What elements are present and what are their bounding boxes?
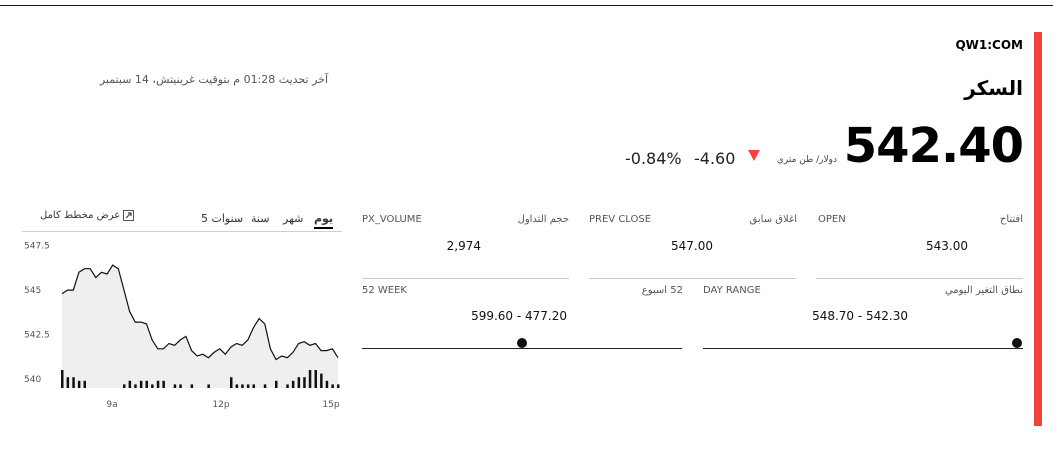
volume-bar: [156, 380, 160, 388]
volume-bar: [134, 384, 137, 388]
tab-year[interactable]: سنة: [251, 212, 269, 225]
volume-bar: [331, 384, 334, 388]
volume-bar: [314, 370, 317, 388]
full-chart-link[interactable]: عرض مخطط كامل: [40, 210, 135, 221]
volume-bar: [297, 377, 301, 388]
week52-label-en: 52 WEEK: [362, 285, 407, 296]
y-tick-label: 542.5: [24, 331, 50, 341]
volume-bar: [139, 380, 143, 388]
prev-close-label-en: PREV CLOSE: [589, 214, 652, 225]
volume-bar: [263, 384, 267, 388]
volume-bar: [241, 384, 244, 388]
expand-icon: [123, 210, 135, 221]
volume-bar: [77, 380, 81, 388]
volume-bar: [291, 380, 295, 388]
volume-bar: [179, 384, 182, 388]
price-area: [62, 265, 338, 388]
prev-close-value: 547.00: [671, 239, 713, 253]
volume-bar: [337, 384, 340, 388]
week52-track: [362, 348, 682, 349]
day-range-marker: [1011, 338, 1022, 348]
volume-divider: [362, 278, 569, 279]
volume-bar: [207, 384, 210, 388]
volume-bar: [83, 380, 86, 388]
last-updated: آخر تحديث 01:28 م بتوقيت غرينيتش، 14 سبت…: [99, 73, 328, 86]
ticker-symbol: QW1:COM: [955, 38, 1023, 52]
price-change-percent: -0.84%: [625, 149, 682, 168]
intraday-chart: 547.5 545 542.5 540 9a 12p 15p: [24, 242, 340, 410]
down-arrow-icon: [748, 150, 760, 161]
volume-bar: [252, 384, 255, 388]
volume-bar: [320, 373, 323, 388]
open-label-ar: افتتاح: [999, 214, 1023, 225]
full-chart-label: عرض مخطط كامل: [40, 210, 121, 221]
volume-bar: [308, 370, 312, 388]
week52-label-ar: 52 اسبوع: [641, 285, 683, 296]
tab-day[interactable]: يوم: [314, 212, 334, 229]
volume-bar: [173, 384, 177, 388]
volume-bar: [145, 380, 148, 388]
price-unit: دولار/ طن متري: [776, 155, 837, 165]
volume-bar: [162, 380, 165, 388]
price-change: -4.60: [694, 149, 736, 168]
volume-bar: [303, 377, 306, 388]
open-label-en: OPEN: [818, 214, 846, 225]
x-tick-label: 15p: [322, 400, 339, 410]
day-range-label-en: DAY RANGE: [703, 285, 761, 296]
current-price: 542.40: [843, 118, 1024, 174]
volume-bar: [66, 377, 70, 388]
instrument-name: السكر: [964, 76, 1023, 100]
volume-bar: [190, 384, 194, 388]
open-divider: [816, 278, 1023, 279]
volume-bar: [128, 380, 132, 388]
volume-bar: [275, 380, 278, 388]
volume-label-ar: حجم التداول: [517, 214, 569, 225]
day-range-label-ar: نطاق التغير اليومي: [944, 285, 1023, 296]
volume-bar: [230, 377, 233, 388]
open-value: 543.00: [926, 239, 968, 253]
x-tick-label: 9a: [106, 400, 117, 410]
volume-bar: [246, 384, 250, 388]
y-tick-label: 540: [24, 375, 41, 385]
volume-value: 2,974: [446, 239, 481, 253]
day-range-track: [703, 348, 1023, 349]
x-tick-label: 12p: [212, 400, 229, 410]
tab-five-years[interactable]: 5 سنوات: [201, 212, 243, 225]
volume-bar: [123, 384, 126, 388]
volume-bar: [325, 380, 329, 388]
volume-bar: [61, 370, 64, 388]
volume-bar: [72, 377, 75, 388]
volume-bar: [286, 384, 289, 388]
tab-month[interactable]: شهر: [283, 212, 303, 225]
prev-close-label-ar: اغلاق سابق: [749, 214, 797, 225]
y-tick-label: 547.5: [24, 242, 50, 252]
volume-bar: [235, 384, 239, 388]
accent-bar: [1034, 32, 1042, 426]
day-range-value: 548.70 - 542.30: [812, 309, 908, 323]
y-tick-label: 545: [24, 286, 41, 296]
top-rule: [0, 5, 1053, 6]
prev-close-divider: [589, 278, 796, 279]
volume-bar: [151, 384, 154, 388]
volume-label-en: PX_VOLUME: [362, 214, 422, 225]
week52-marker: [517, 338, 527, 348]
week52-value: 599.60 - 477.20: [471, 309, 567, 323]
